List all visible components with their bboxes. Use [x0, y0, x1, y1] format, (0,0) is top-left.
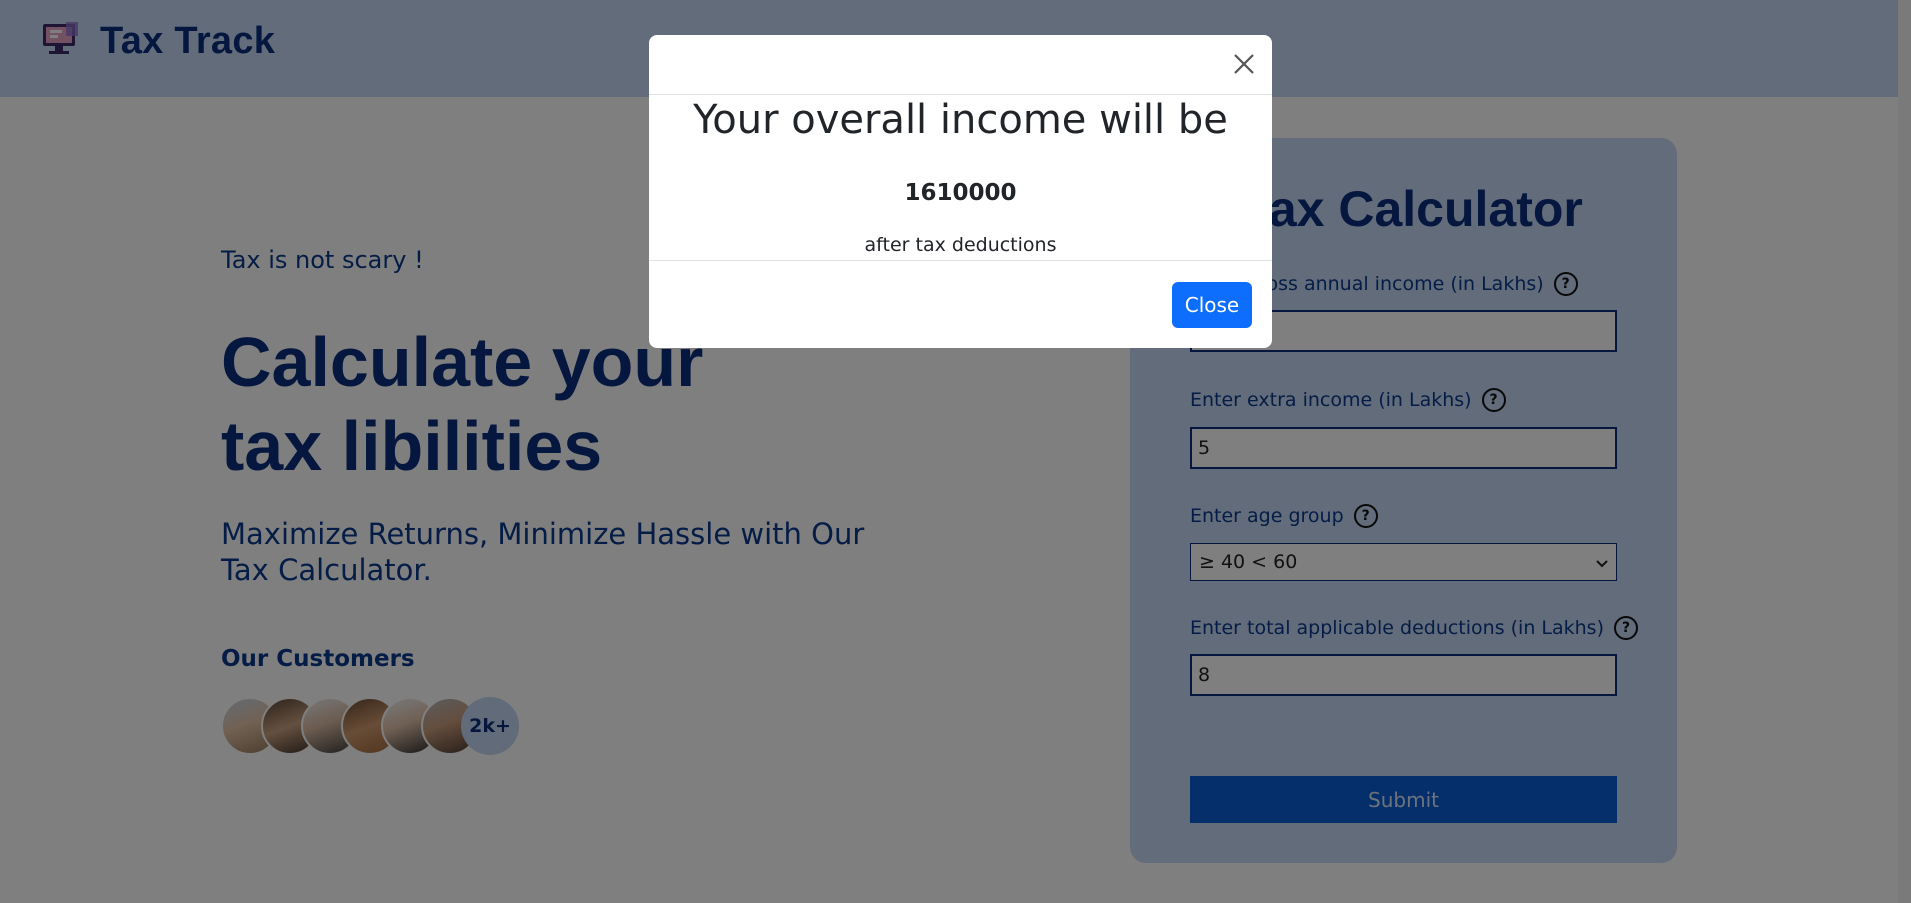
modal-header [649, 35, 1272, 95]
result-modal: Your overall income will be 1610000 afte… [649, 35, 1272, 348]
modal-note: after tax deductions [864, 234, 1057, 256]
page-scrollbar[interactable] [1898, 0, 1911, 903]
modal-footer: Close [649, 260, 1272, 348]
close-button[interactable]: Close [1172, 282, 1252, 328]
modal-title: Your overall income will be [693, 97, 1228, 143]
close-icon[interactable] [1229, 49, 1259, 79]
income-amount: 1610000 [904, 180, 1017, 206]
